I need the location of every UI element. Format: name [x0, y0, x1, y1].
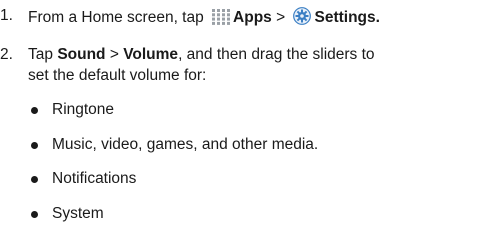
list-item-label: System	[52, 205, 104, 222]
list-item-label: Music, video, games, and other media.	[52, 136, 319, 153]
settings-label: Settings	[314, 9, 376, 26]
step-prefix: Tap	[28, 46, 53, 63]
list-item: Music, video, games, and other media.	[28, 136, 318, 154]
volume-label: Volume	[123, 46, 179, 63]
bullet-dot	[31, 210, 38, 218]
step-prefix: From a Home screen, tap	[28, 9, 204, 26]
separator: >	[276, 9, 286, 26]
instructions: 1. From a Home screen, tap Apps > Settin…	[0, 0, 504, 245]
step-number: 1.	[0, 7, 13, 24]
bullet-dot	[31, 175, 38, 183]
settings-gear-icon	[293, 7, 312, 30]
apps-label: Apps	[233, 9, 272, 26]
bullet-dot	[31, 106, 38, 114]
list-item-label: Notifications	[52, 170, 137, 187]
step-text: Tap Sound > Volume, and then drag the sl…	[28, 46, 375, 64]
list-item: System	[28, 205, 104, 223]
step-rest: , and then drag the sliders to	[178, 46, 375, 63]
sound-label: Sound	[57, 46, 106, 63]
step-number: 2.	[0, 46, 13, 63]
step-text: From a Home screen, tap Apps > Settings.	[28, 7, 380, 30]
bullet-dot	[31, 141, 38, 149]
step-2: 2. Tap Sound > Volume, and then drag the…	[0, 46, 375, 64]
step-suffix: .	[375, 9, 380, 26]
step-1: 1. From a Home screen, tap Apps > Settin…	[0, 7, 380, 30]
step-2-line-2: set the default volume for:	[28, 67, 207, 84]
list-item-label: Ringtone	[52, 101, 115, 118]
separator: >	[109, 46, 119, 63]
list-item: Notifications	[28, 170, 136, 188]
list-item: Ringtone	[28, 101, 114, 119]
apps-grid-icon	[212, 9, 231, 30]
